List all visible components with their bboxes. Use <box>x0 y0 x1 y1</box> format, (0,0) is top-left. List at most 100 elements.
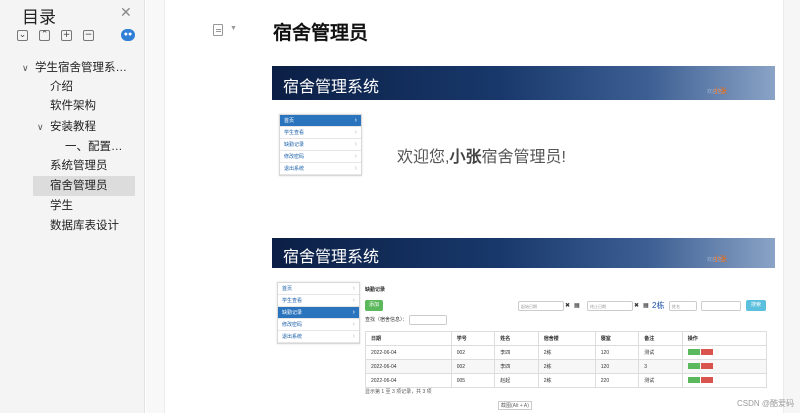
right-gutter <box>783 0 800 413</box>
cell-room: 220 <box>594 373 640 388</box>
menu-item[interactable]: 退出系统 <box>278 331 359 343</box>
toc-item-config[interactable]: 一、配置… <box>33 137 135 157</box>
page-title: 宿舍管理员 <box>273 23 369 44</box>
clear-icon[interactable]: ✖ <box>565 302 570 309</box>
add-button[interactable]: 添加 <box>365 300 383 311</box>
table-row: 2022-06-04 002 李四 2栋 120 测试 <box>365 345 768 360</box>
cell-actions <box>681 373 768 388</box>
side-menu: 首页 学生查看 缺勤记录 修改密码 退出系统 <box>279 114 362 176</box>
cell-name: 赵起 <box>494 373 539 388</box>
menu-item[interactable]: 修改密码 <box>280 151 361 163</box>
toc-item-system[interactable]: 学生宿舍管理系… <box>33 58 135 78</box>
cell-date: 2022-06-04 <box>365 359 452 374</box>
scroll-gutter <box>146 0 165 413</box>
cell-actions <box>681 345 768 360</box>
app-banner: 宿舍管理系统 欢迎您， 小张 <box>272 238 775 268</box>
pagination-info: 显示第 1 至 3 项记录，共 3 项 <box>365 389 432 395</box>
start-date-input[interactable]: 起始日期 <box>518 301 564 311</box>
filter-label: 查找（宿舍信息）： <box>365 317 408 323</box>
name-select[interactable]: 姓名 <box>669 301 697 311</box>
toc-panel: 目录 ✕ ⌄ ⌃ + − ●● ∨ 学生宿舍管理系… 介绍 软件架构 ∨ 安装教… <box>0 0 145 413</box>
absence-table: 日期 学号 姓名 宿舍楼 寝室 备注 操作 2022-06-04 002 李四 … <box>365 331 768 388</box>
menu-item[interactable]: 缺勤记录 <box>278 307 359 319</box>
watermark: CSDN @酷爱码 <box>736 399 794 408</box>
cell-date: 2022-06-04 <box>365 373 452 388</box>
banner-user: 小张 <box>713 256 727 263</box>
edit-button[interactable] <box>687 362 700 369</box>
cell-id: 002 <box>450 345 496 360</box>
expand-up-icon[interactable]: ⌃ <box>39 30 50 41</box>
search-input[interactable] <box>701 301 741 311</box>
document-icon[interactable] <box>213 24 223 36</box>
banner-user: 小张 <box>713 88 727 95</box>
menu-item[interactable]: 学生查看 <box>280 127 361 139</box>
cell-note: 测试 <box>638 373 683 388</box>
toc-item-dormadmin[interactable]: 宿舍管理员 <box>33 176 135 196</box>
col-header[interactable]: 宿舍楼 <box>537 331 596 346</box>
welcome-text: 欢迎您,小张宿舍管理员! <box>397 149 566 166</box>
toc-item-student[interactable]: 学生 <box>33 196 135 216</box>
banner-title: 宿舍管理系统 <box>283 79 380 96</box>
cell-building: 2栋 <box>537 359 596 374</box>
panel-title: 缺勤记录 <box>365 287 386 293</box>
cell-name: 李四 <box>494 359 539 374</box>
cell-room: 120 <box>594 359 640 374</box>
cell-date: 2022-06-04 <box>365 345 452 360</box>
search-button[interactable]: 搜索 <box>746 300 766 311</box>
side-menu: 首页 学生查看 缺勤记录 修改密码 退出系统 <box>277 282 360 344</box>
menu-item[interactable]: 修改密码 <box>278 319 359 331</box>
toc-item-arch[interactable]: 软件架构 <box>33 96 135 116</box>
screenshot-absence: 宿舍管理系统 欢迎您， 小张 首页 学生查看 缺勤记录 修改密码 退出系统 缺勤… <box>272 238 775 398</box>
calendar-icon[interactable]: ▦ <box>643 302 649 309</box>
toc-item-db[interactable]: 数据库表设计 <box>33 216 135 236</box>
toc-item-install[interactable]: 安装教程 <box>48 117 135 137</box>
table-row: 2022-06-04 002 李四 2栋 120 3 <box>365 359 768 374</box>
col-header[interactable]: 备注 <box>638 331 683 346</box>
clear-icon[interactable]: ✖ <box>634 302 639 309</box>
dropdown-arrow-icon[interactable]: ▼ <box>230 25 237 32</box>
app-banner: 宿舍管理系统 欢迎您， 小张 <box>272 66 775 100</box>
edit-button[interactable] <box>687 376 700 383</box>
col-header: 操作 <box>681 331 768 346</box>
menu-item[interactable]: 学生查看 <box>278 295 359 307</box>
cell-actions <box>681 359 768 374</box>
cell-room: 120 <box>594 345 640 360</box>
toc-item-intro[interactable]: 介绍 <box>33 77 135 97</box>
cell-name: 李四 <box>494 345 539 360</box>
end-date-input[interactable]: 终止日期 <box>587 301 633 311</box>
delete-button[interactable] <box>700 348 713 355</box>
delete-button[interactable] <box>700 376 713 383</box>
plus-icon[interactable]: + <box>61 30 72 41</box>
table-row: 2022-06-04 005 赵起 2栋 220 测试 <box>365 373 768 388</box>
building-link[interactable]: 2栋 <box>652 300 664 311</box>
toc-title: 目录 <box>22 8 56 27</box>
cell-id: 005 <box>450 373 496 388</box>
collapse-all-icon[interactable]: ⌄ <box>17 30 28 41</box>
cell-id: 002 <box>450 359 496 374</box>
col-header[interactable]: 寝室 <box>594 331 640 346</box>
cell-note: 测试 <box>638 345 683 360</box>
col-header[interactable]: 姓名 <box>494 331 539 346</box>
absence-panel: 缺勤记录 添加 起始日期 ✖ ▦ 终止日期 ✖ ▦ 2栋 姓名 搜索 查找（宿舍… <box>365 286 768 396</box>
calendar-icon[interactable]: ▦ <box>574 302 580 309</box>
menu-item[interactable]: 缺勤记录 <box>280 139 361 151</box>
menu-item[interactable]: 首页 <box>278 283 359 295</box>
delete-button[interactable] <box>700 362 713 369</box>
col-header[interactable]: 学号 <box>450 331 496 346</box>
toc-item-sysadmin[interactable]: 系统管理员 <box>33 156 135 176</box>
chevron-down-icon[interactable]: ∨ <box>22 58 29 78</box>
menu-item[interactable]: 首页 <box>280 115 361 127</box>
cell-building: 2栋 <box>537 345 596 360</box>
cell-building: 2栋 <box>537 373 596 388</box>
minus-icon[interactable]: − <box>83 30 94 41</box>
table-header: 日期 学号 姓名 宿舍楼 寝室 备注 操作 <box>365 331 768 346</box>
menu-item[interactable]: 退出系统 <box>280 163 361 175</box>
close-icon[interactable]: ✕ <box>120 4 132 21</box>
sync-icon[interactable]: ●● <box>121 29 135 41</box>
filter-input[interactable] <box>409 315 447 325</box>
cell-note: 3 <box>638 359 683 374</box>
edit-button[interactable] <box>687 348 700 355</box>
screenshot-caption: 截图(Alt + A) <box>498 401 532 410</box>
chevron-down-icon[interactable]: ∨ <box>37 117 44 137</box>
col-header[interactable]: 日期 <box>365 331 452 346</box>
